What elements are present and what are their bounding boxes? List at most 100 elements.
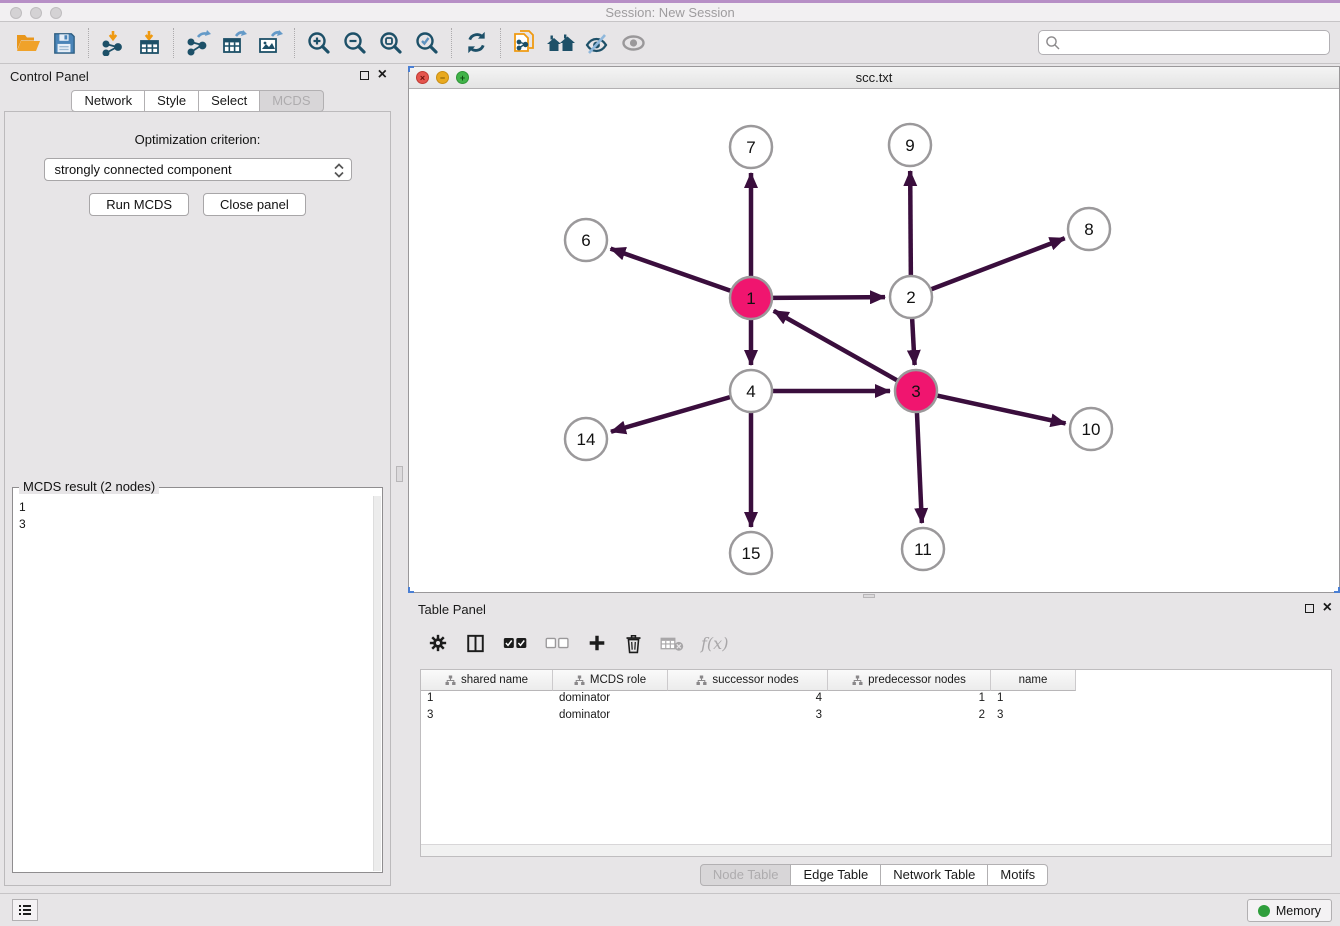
columns-icon — [465, 633, 486, 654]
mcds-result-list[interactable]: 1 3 — [14, 496, 372, 871]
clone-network-icon — [512, 29, 538, 57]
show-columns-button[interactable] — [465, 633, 486, 654]
column-header-label: MCDS role — [590, 674, 646, 686]
control-panel: Control Panel × Network Style Select MCD… — [0, 66, 395, 886]
import-table-button[interactable] — [131, 26, 167, 60]
close-table-panel-icon[interactable]: × — [1323, 602, 1332, 614]
export-image-button[interactable] — [252, 26, 288, 60]
graph-edge-2-3[interactable] — [912, 318, 915, 365]
save-session-button[interactable] — [46, 26, 82, 60]
control-panel-tabs: Network Style Select MCDS — [0, 90, 395, 112]
run-mcds-button[interactable]: Run MCDS — [89, 193, 189, 216]
panel-splitter-handle[interactable] — [396, 466, 403, 482]
export-table-button[interactable] — [216, 26, 252, 60]
table-cell[interactable]: 3 — [668, 708, 828, 725]
zoom-in-button[interactable] — [301, 26, 337, 60]
graph-edge-1-6[interactable] — [611, 249, 732, 291]
hide-selected-button[interactable] — [579, 26, 615, 60]
gear-icon — [428, 633, 448, 653]
zoom-fit-button[interactable] — [373, 26, 409, 60]
graph-edge-3-1[interactable] — [774, 311, 898, 381]
open-folder-icon — [15, 31, 42, 55]
column-header-predecessor-nodes[interactable]: predecessor nodes — [828, 670, 991, 691]
table-cell[interactable]: 4 — [668, 691, 828, 708]
control-panel-title: Control Panel — [0, 69, 89, 84]
houses-icon — [546, 31, 576, 55]
clone-network-button[interactable] — [507, 26, 543, 60]
refresh-icon — [464, 30, 489, 55]
refresh-view-button[interactable] — [458, 26, 494, 60]
graph-node-label: 3 — [911, 382, 920, 401]
tab-network-table[interactable]: Network Table — [881, 864, 988, 886]
table-panel: Table Panel × — [408, 599, 1340, 893]
network-graph[interactable]: 1234678910111415 — [409, 89, 1339, 593]
table-cell[interactable]: 1 — [991, 691, 1076, 708]
tab-network[interactable]: Network — [71, 90, 145, 112]
zoom-selected-button[interactable] — [409, 26, 445, 60]
table-body[interactable]: 1dominator4113dominator323 — [421, 691, 1331, 725]
toolbar-separator — [88, 28, 89, 58]
select-all-rows-button[interactable] — [503, 636, 528, 650]
column-header-label: predecessor nodes — [868, 674, 966, 686]
table-cell[interactable]: 1 — [828, 691, 991, 708]
column-header-successor-nodes[interactable]: successor nodes — [668, 670, 828, 691]
tab-select[interactable]: Select — [199, 90, 260, 112]
float-panel-icon[interactable] — [360, 71, 369, 80]
table-cell[interactable]: dominator — [553, 708, 668, 725]
table-row[interactable]: 1dominator411 — [421, 691, 1331, 708]
deselect-all-rows-button[interactable] — [545, 636, 570, 650]
open-session-button[interactable] — [10, 26, 46, 60]
memory-status-button[interactable]: Memory — [1247, 899, 1332, 922]
delete-column-button[interactable] — [624, 633, 643, 654]
graph-edge-4-14[interactable] — [611, 397, 731, 432]
column-header-shared-name[interactable]: shared name — [421, 670, 553, 691]
criterion-select[interactable]: strongly connected component — [44, 158, 352, 181]
list-menu-icon — [18, 904, 32, 916]
export-network-button[interactable] — [180, 26, 216, 60]
table-header-row[interactable]: shared name MCDS role successor nodes prede… — [421, 670, 1331, 691]
zoom-out-button[interactable] — [337, 26, 373, 60]
network-canvas[interactable]: 1234678910111415 — [409, 89, 1339, 592]
graph-edge-2-8[interactable] — [931, 238, 1065, 289]
tab-motifs[interactable]: Motifs — [988, 864, 1048, 886]
close-panel-icon[interactable]: × — [378, 69, 387, 81]
graph-edge-2-9[interactable] — [910, 171, 911, 276]
node-table[interactable]: shared name MCDS role successor nodes prede… — [420, 669, 1332, 857]
network-view-titlebar[interactable]: × − + scc.txt — [409, 67, 1339, 89]
tab-node-table[interactable]: Node Table — [700, 864, 792, 886]
save-floppy-icon — [52, 31, 76, 55]
tab-style[interactable]: Style — [145, 90, 199, 112]
import-network-button[interactable] — [95, 26, 131, 60]
mcds-result-line: 1 — [19, 499, 367, 516]
table-cell[interactable]: 3 — [421, 708, 553, 725]
close-panel-button[interactable]: Close panel — [203, 193, 306, 216]
column-header-name[interactable]: name — [991, 670, 1076, 691]
tab-edge-table[interactable]: Edge Table — [791, 864, 881, 886]
table-horizontal-scrollbar[interactable] — [421, 844, 1331, 856]
table-settings-button[interactable] — [428, 633, 448, 653]
table-cell[interactable]: dominator — [553, 691, 668, 708]
task-history-button[interactable] — [12, 899, 38, 921]
table-cell[interactable]: 3 — [991, 708, 1076, 725]
table-panel-title: Table Panel — [408, 602, 486, 617]
search-input[interactable] — [1061, 33, 1323, 53]
tab-mcds[interactable]: MCDS — [260, 90, 323, 112]
status-bar: Memory — [0, 893, 1340, 926]
table-cell[interactable]: 1 — [421, 691, 553, 708]
search-box[interactable] — [1038, 30, 1330, 55]
home-layout-button[interactable] — [543, 26, 579, 60]
graph-edge-3-11[interactable] — [917, 412, 922, 523]
network-view-window: × − + scc.txt 1234678910111415 — [408, 66, 1340, 593]
create-column-button[interactable] — [587, 633, 607, 653]
graph-edge-3-10[interactable] — [937, 395, 1066, 423]
horizontal-splitter-handle[interactable] — [863, 594, 875, 598]
optimization-criterion-label: Optimization criterion: — [5, 132, 390, 147]
table-row[interactable]: 3dominator323 — [421, 708, 1331, 725]
graph-edge-1-2[interactable] — [772, 297, 885, 298]
graph-node-label: 11 — [914, 540, 932, 559]
float-table-panel-icon[interactable] — [1305, 604, 1314, 613]
show-all-button[interactable] — [615, 26, 651, 60]
column-header-MCDS-role[interactable]: MCDS role — [553, 670, 668, 691]
table-cell[interactable]: 2 — [828, 708, 991, 725]
result-scrollbar[interactable] — [373, 496, 381, 871]
